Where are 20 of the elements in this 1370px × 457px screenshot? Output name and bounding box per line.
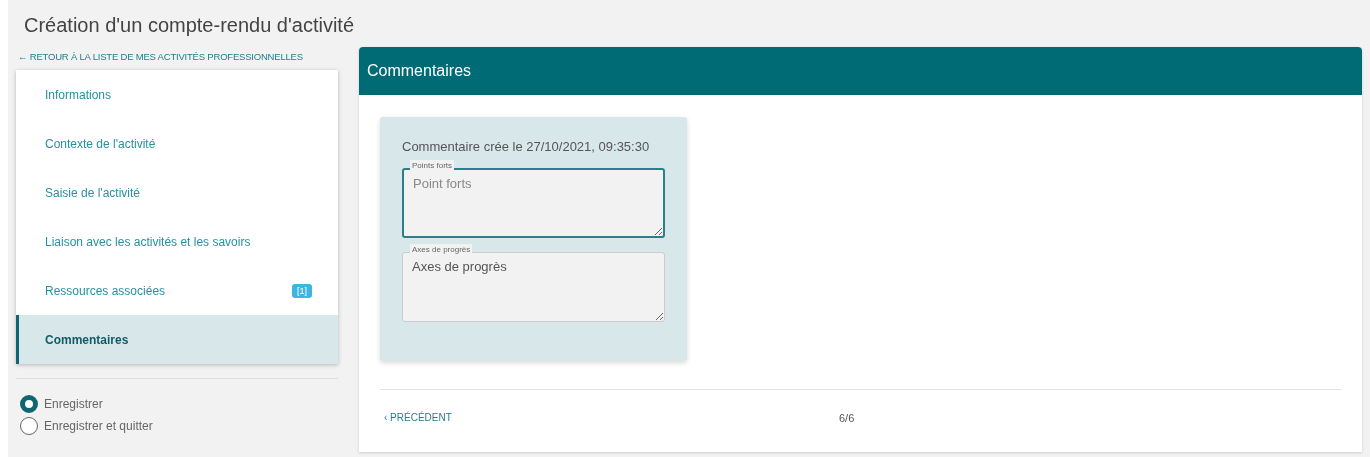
sidebar-item[interactable]: Informations	[16, 70, 338, 119]
comment-date: Commentaire crée le 27/10/2021, 09:35:30	[402, 139, 651, 154]
sidebar-item[interactable]: Saisie de l'activité	[16, 168, 338, 217]
back-link[interactable]: ← RETOUR À LA LISTE DE MES ACTIVITÉS PROFESSIONNELLES	[18, 51, 338, 62]
sidebar-item[interactable]: Ressources associées [1]	[16, 266, 338, 315]
page-indicator: 6/6	[839, 411, 855, 424]
radio-option[interactable]: Enregistrer et quitter	[20, 415, 338, 437]
sidebar-item[interactable]: Commentaires	[16, 315, 338, 364]
sidebar-item[interactable]: Liaison avec les activités et les savoirs	[16, 217, 338, 266]
radio-button[interactable]	[20, 395, 38, 413]
field-label: Axes de progrès	[410, 244, 473, 256]
comment-field[interactable]: Point forts	[402, 168, 665, 238]
count-badge: [1]	[292, 283, 312, 298]
radio-button[interactable]	[20, 417, 38, 435]
sidebar-item[interactable]: Contexte de l'activité	[16, 119, 338, 168]
page-title: Création d'un compte-rendu d'activité	[24, 14, 356, 37]
previous-link[interactable]: ‹ PRÉCÉDENT	[384, 412, 839, 423]
field-label: Points forts	[410, 160, 454, 172]
panel-header: Commentaires	[359, 47, 1362, 95]
radio-option[interactable]: Enregistrer	[20, 393, 338, 415]
